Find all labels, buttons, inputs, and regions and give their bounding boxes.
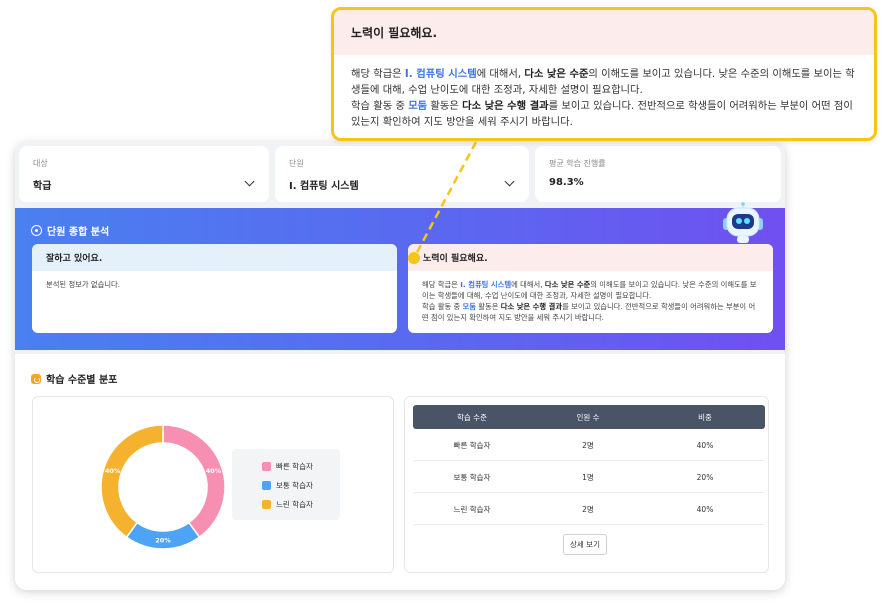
detail-view-button[interactable]: 상세 보기 — [563, 534, 607, 555]
needs-panel: 노력이 필요해요. 해당 학급은 I. 컴퓨팅 시스템에 대해서, 다소 낮은 … — [408, 244, 773, 333]
cell-ratio: 20% — [696, 472, 714, 482]
legend-item: 느린 학습자 — [262, 495, 340, 514]
legend-item: 보통 학습자 — [262, 476, 340, 495]
donut-chart-card: 40% 20% 40% 빠른 학습자 보통 학습자 느린 학습자 — [32, 396, 394, 573]
progress-label: 평균 학습 진행률 — [549, 159, 606, 168]
unit-highlight: I. 컴퓨팅 시스템 — [460, 280, 512, 289]
chart-legend: 빠른 학습자 보통 학습자 느린 학습자 — [232, 449, 340, 520]
target-value: 학급 — [33, 181, 52, 192]
distribution-table-card: 학습 수준 인원 수 비중 빠른 학습자 2명 40% 보통 학습자 1명 20… — [404, 396, 769, 573]
distribution-title: 학습 수준별 분포 — [31, 371, 117, 386]
unit-analysis-section: 단원 종합 분석 잘하고 있어요. 분석된 정보가 없습니다. 노력이 필요해요… — [15, 202, 785, 350]
good-panel-header: 잘하고 있어요. — [32, 244, 397, 271]
donut-slice — [162, 424, 226, 539]
text: 에 대해서, — [476, 68, 525, 80]
needs-panel-header: 노력이 필요해요. — [408, 244, 773, 271]
distribution-section: 학습 수준별 분포 40% 20% 40% 빠른 학습자 보통 학습자 느린 학습자 — [15, 354, 785, 590]
cell-level: 느린 학습자 — [453, 504, 491, 514]
chart-icon — [31, 373, 41, 384]
text: 학습 활동 중 — [422, 302, 463, 311]
activity-highlight: 모둠 — [462, 302, 476, 311]
text: 활동은 — [475, 302, 501, 311]
text: 에 대해서, — [511, 280, 545, 289]
legend-swatch — [262, 462, 271, 471]
cell-level: 빠른 학습자 — [453, 440, 491, 450]
target-select[interactable]: 대상 학급 — [19, 146, 269, 202]
needs-panel-body: 해당 학급은 I. 컴퓨팅 시스템에 대해서, 다소 낮은 수준의 이해도를 보… — [408, 271, 773, 331]
activity-highlight: 모둠 — [408, 100, 428, 112]
level-highlight: 다소 낮은 수준 — [524, 68, 589, 80]
result-highlight: 다소 낮은 수행 결과 — [500, 302, 563, 311]
header-level: 학습 수준 — [457, 412, 487, 422]
cell-ratio: 40% — [696, 440, 714, 450]
slice-label: 40% — [206, 467, 222, 475]
table-row: 느린 학습자 2명 40% — [413, 494, 765, 525]
unit-highlight: I. 컴퓨팅 시스템 — [404, 68, 477, 80]
header-count: 인원 수 — [576, 412, 600, 422]
robot-mascot-icon — [723, 202, 763, 243]
table-row: 빠른 학습자 2명 40% — [413, 430, 765, 461]
dashboard: 대상 학급 단원 I. 컴퓨팅 시스템 평균 학습 진행률 98.3% 단원 종… — [15, 142, 785, 590]
zoom-callout: 노력이 필요해요. 해당 학급은 I. 컴퓨팅 시스템에 대해서, 다소 낮은 … — [331, 7, 877, 141]
unit-select[interactable]: 단원 I. 컴퓨팅 시스템 — [275, 146, 529, 202]
donut-chart: 40% 20% 40% — [100, 424, 226, 550]
table-header: 학습 수준 인원 수 비중 — [413, 405, 765, 429]
slice-label: 40% — [105, 467, 121, 475]
text: 학습 활동 중 — [351, 100, 409, 112]
analysis-title-text: 단원 종합 분석 — [47, 227, 110, 238]
callout-header: 노력이 필요해요. — [334, 10, 874, 55]
level-highlight: 다소 낮은 수준 — [544, 280, 591, 289]
progress-card: 평균 학습 진행률 98.3% — [535, 146, 781, 202]
progress-value: 98.3% — [549, 177, 584, 188]
text: 활동은 — [427, 100, 463, 112]
unit-label: 단원 — [289, 159, 304, 168]
distribution-title-text: 학습 수준별 분포 — [46, 375, 118, 386]
callout-body: 해당 학급은 I. 컴퓨팅 시스템에 대해서, 다소 낮은 수준의 이해도를 보… — [334, 55, 874, 138]
slice-label: 20% — [155, 537, 171, 545]
legend-label: 느린 학습자 — [276, 500, 313, 509]
eye-icon — [31, 225, 42, 236]
cell-count: 2명 — [582, 504, 594, 514]
good-panel: 잘하고 있어요. 분석된 정보가 없습니다. — [32, 244, 397, 333]
result-highlight: 다소 낮은 수행 결과 — [462, 100, 549, 112]
analysis-title: 단원 종합 분석 — [31, 223, 109, 238]
legend-swatch — [262, 500, 271, 509]
header-ratio: 비중 — [698, 412, 712, 422]
text: 해당 학급은 — [422, 280, 461, 289]
good-panel-body: 분석된 정보가 없습니다. — [46, 280, 121, 289]
cell-ratio: 40% — [696, 504, 714, 514]
legend-item: 빠른 학습자 — [262, 457, 340, 476]
unit-value: I. 컴퓨팅 시스템 — [289, 181, 359, 192]
table-row: 보통 학습자 1명 20% — [413, 462, 765, 493]
legend-label: 보통 학습자 — [276, 481, 313, 490]
donut-slice — [100, 424, 164, 539]
target-label: 대상 — [33, 159, 48, 168]
legend-label: 빠른 학습자 — [276, 462, 313, 471]
cell-level: 보통 학습자 — [453, 472, 491, 482]
cell-count: 2명 — [582, 440, 594, 450]
text: 해당 학급은 — [351, 68, 405, 80]
cell-count: 1명 — [582, 472, 594, 482]
legend-swatch — [262, 481, 271, 490]
